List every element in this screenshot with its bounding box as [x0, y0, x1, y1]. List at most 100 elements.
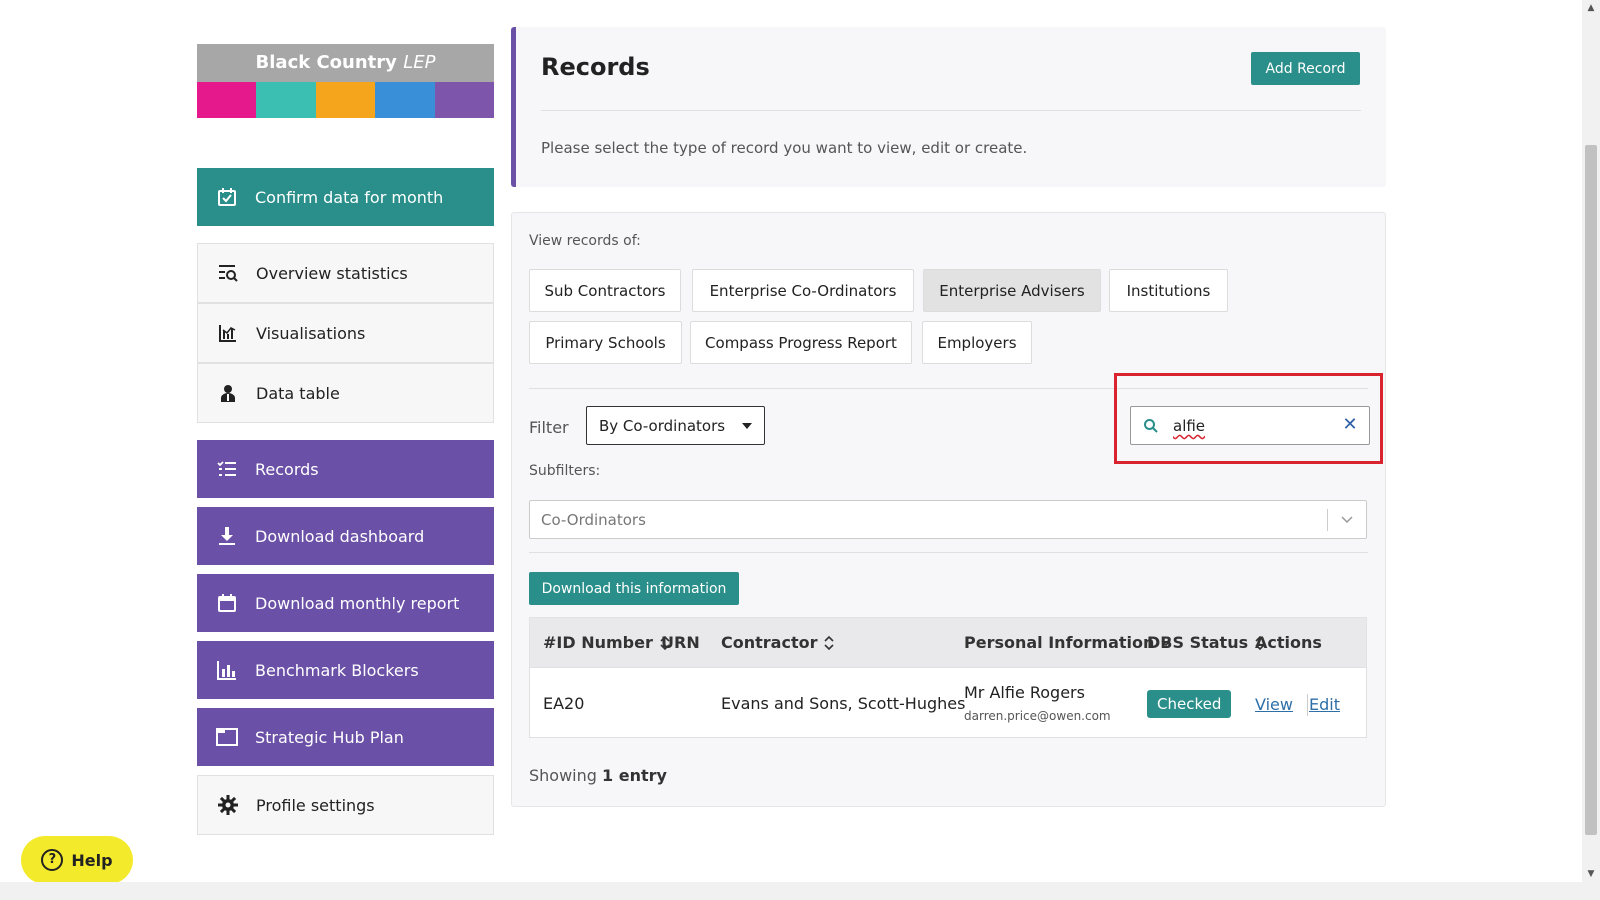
tab-primary-schools[interactable]: Primary Schools — [529, 321, 682, 364]
close-icon[interactable]: ✕ — [1341, 416, 1359, 434]
scroll-up-icon[interactable]: ▲ — [1582, 0, 1600, 16]
logo-name: Black Country — [255, 52, 397, 73]
bar-chart-icon — [215, 658, 239, 682]
filter-select[interactable]: By Co-ordinators — [586, 406, 765, 445]
sidebar: Black Country LEP — [197, 44, 495, 118]
sidebar-item-data-table[interactable]: Data table — [197, 363, 494, 423]
status-badge: Checked — [1147, 690, 1232, 718]
records-main-card: View records of: Sub Contractors Enterpr… — [511, 212, 1386, 807]
download-icon — [215, 524, 239, 548]
sidebar-item-label: Benchmark Blockers — [255, 660, 419, 680]
sidebar-item-label: Confirm data for month — [255, 187, 444, 207]
horizontal-scrollbar[interactable] — [0, 882, 1582, 900]
tab-compass-progress-report[interactable]: Compass Progress Report — [690, 321, 912, 364]
sort-icon — [823, 634, 835, 652]
view-records-label: View records of: — [529, 233, 641, 249]
column-header-actions: Actions — [1255, 633, 1322, 652]
logo[interactable]: Black Country LEP — [197, 44, 495, 118]
sidebar-item-label: Download dashboard — [255, 526, 425, 546]
gear-icon — [216, 793, 240, 817]
sidebar-item-profile-settings[interactable]: Profile settings — [197, 775, 494, 835]
showing-count: 1 entry — [602, 766, 667, 785]
sidebar-item-download-dashboard[interactable]: Download dashboard — [197, 507, 494, 565]
divider — [541, 110, 1361, 111]
caret-down-icon — [742, 423, 752, 429]
subfilters-label: Subfilters: — [529, 463, 601, 479]
logo-stripe — [315, 82, 376, 118]
sidebar-item-strategic-hub-plan[interactable]: Strategic Hub Plan — [197, 708, 494, 766]
records-header-card: Records Add Record Please select the typ… — [511, 27, 1386, 187]
user-icon — [216, 381, 240, 405]
column-header-personal-information[interactable]: Personal Information — [964, 633, 1172, 652]
download-information-button[interactable]: Download this information — [529, 572, 739, 605]
help-button[interactable]: ? Help — [21, 836, 133, 884]
cell-contractor: Evans and Sons, Scott-Hughes — [721, 694, 966, 713]
tab-institutions[interactable]: Institutions — [1109, 269, 1228, 312]
table-header: #ID Number URN Contractor Personal Infor… — [529, 617, 1367, 668]
calendar-check-icon — [215, 185, 239, 209]
search-input[interactable]: alfie ✕ — [1130, 406, 1370, 445]
column-header-label: #ID Number — [543, 633, 653, 652]
help-label: Help — [71, 850, 113, 870]
logo-color-strip — [197, 82, 495, 118]
sidebar-item-confirm-data[interactable]: Confirm data for month — [197, 168, 494, 226]
column-header-id[interactable]: #ID Number — [543, 633, 671, 652]
cell-personal-email: darren.price@owen.com — [964, 709, 1111, 723]
scrollbar-thumb[interactable] — [1585, 145, 1597, 835]
sidebar-item-visualisations[interactable]: Visualisations — [197, 303, 494, 363]
column-header-label: Personal Information — [964, 633, 1155, 652]
list-icon — [215, 457, 239, 481]
logo-suffix: LEP — [403, 52, 436, 73]
sidebar-item-label: Profile settings — [256, 795, 375, 815]
question-icon: ? — [41, 849, 64, 871]
page-description: Please select the type of record you wan… — [541, 139, 1028, 157]
view-link[interactable]: View — [1255, 695, 1293, 714]
records-table: #ID Number URN Contractor Personal Infor… — [529, 617, 1367, 738]
logo-text: Black Country LEP — [197, 44, 494, 82]
edit-link[interactable]: Edit — [1309, 695, 1340, 714]
subfilter-select-value: Co-Ordinators — [541, 511, 646, 529]
sidebar-item-records[interactable]: Records — [197, 440, 494, 498]
folder-icon — [215, 725, 239, 749]
cell-id: EA20 — [543, 694, 585, 713]
column-header-dbs-status[interactable]: DBS Status — [1147, 633, 1266, 652]
logo-stripe — [375, 82, 435, 118]
column-header-urn: URN — [661, 633, 700, 652]
sidebar-item-label: Overview statistics — [256, 263, 408, 283]
sidebar-item-overview-statistics[interactable]: Overview statistics — [197, 243, 494, 303]
tab-enterprise-co-ordinators[interactable]: Enterprise Co-Ordinators — [692, 269, 914, 312]
sidebar-item-label: Strategic Hub Plan — [255, 727, 404, 747]
column-header-contractor[interactable]: Contractor — [721, 633, 835, 652]
search-value: alfie — [1173, 417, 1206, 435]
logo-stripe — [434, 82, 495, 118]
tab-enterprise-advisers[interactable]: Enterprise Advisers — [923, 269, 1101, 312]
logo-stripe — [256, 82, 316, 118]
divider — [529, 552, 1368, 553]
divider — [1307, 694, 1308, 716]
search-list-icon — [216, 261, 240, 285]
subfilter-select[interactable]: Co-Ordinators — [529, 500, 1367, 539]
filter-label: Filter — [529, 418, 569, 437]
calendar-icon — [215, 591, 239, 615]
sidebar-item-benchmark-blockers[interactable]: Benchmark Blockers — [197, 641, 494, 699]
showing-prefix: Showing — [529, 766, 597, 785]
sidebar-item-label: Data table — [256, 383, 340, 403]
column-header-label: DBS Status — [1147, 633, 1249, 652]
divider — [1327, 509, 1328, 531]
sidebar-item-download-monthly-report[interactable]: Download monthly report — [197, 574, 494, 632]
sidebar-item-label: Records — [255, 459, 319, 479]
page-title: Records — [541, 53, 650, 81]
cell-personal-name: Mr Alfie Rogers — [964, 683, 1085, 702]
table-row: EA20 Evans and Sons, Scott-Hughes Mr Alf… — [529, 668, 1367, 738]
add-record-button[interactable]: Add Record — [1251, 52, 1360, 85]
tab-sub-contractors[interactable]: Sub Contractors — [529, 269, 681, 312]
showing-entries: Showing 1 entry — [529, 766, 667, 785]
search-icon — [1143, 418, 1159, 434]
chart-icon — [216, 321, 240, 345]
chevron-down-icon — [1340, 511, 1354, 525]
scroll-down-icon[interactable]: ▼ — [1582, 866, 1600, 882]
vertical-scrollbar[interactable]: ▲ ▼ — [1582, 0, 1600, 900]
filter-select-value: By Co-ordinators — [599, 416, 726, 435]
tab-employers[interactable]: Employers — [922, 321, 1032, 364]
sidebar-item-label: Download monthly report — [255, 593, 460, 613]
